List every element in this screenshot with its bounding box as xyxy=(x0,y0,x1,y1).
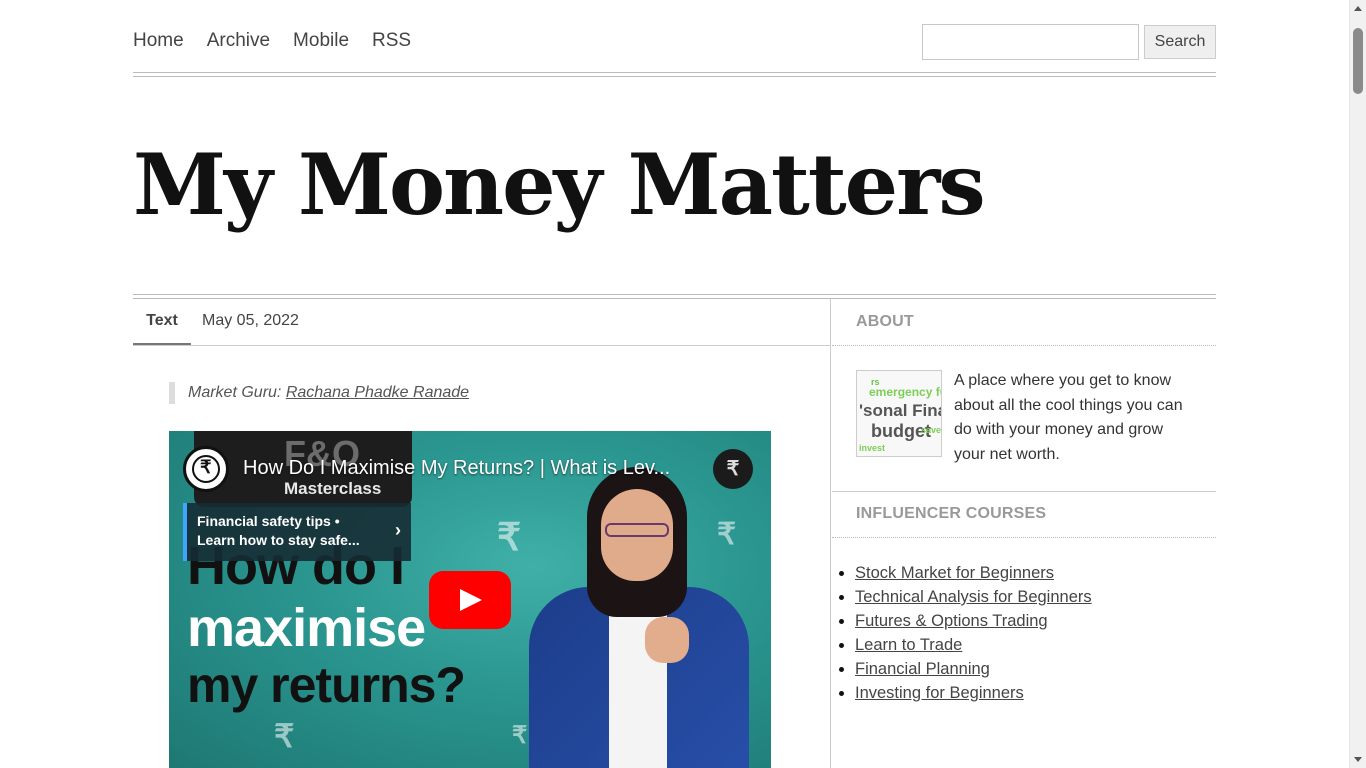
nav-rss[interactable]: RSS xyxy=(372,29,411,53)
post-quote: Market Guru: Rachana Phadke Ranade xyxy=(169,382,469,404)
widget-divider xyxy=(832,491,1216,492)
video-title[interactable]: How Do I Maximise My Returns? | What is … xyxy=(243,457,703,480)
courses-list: Stock Market for Beginners Technical Ana… xyxy=(855,561,1092,705)
list-item: Stock Market for Beginners xyxy=(855,561,1092,585)
course-link[interactable]: Investing for Beginners xyxy=(855,684,1024,702)
channel-watermark-icon[interactable]: ₹ xyxy=(713,449,753,489)
word-cloud-word: emergency fun xyxy=(869,385,941,399)
about-description: A place where you get to know about all … xyxy=(954,372,1183,463)
word-cloud-word: 'sonal Finar xyxy=(859,401,941,420)
post-type-tab[interactable]: Text xyxy=(133,299,191,345)
chevron-right-icon: › xyxy=(395,520,401,540)
sidebar: ABOUT rs emergency fun 'sonal Finar budg… xyxy=(832,299,1216,768)
list-item: Learn to Trade xyxy=(855,633,1092,657)
course-link[interactable]: Learn to Trade xyxy=(855,636,962,654)
list-item: Financial Planning xyxy=(855,657,1092,681)
site-title[interactable]: My Money Matters xyxy=(133,130,986,240)
masterclass-label: Masterclass xyxy=(284,479,382,498)
list-item: Futures & Options Trading xyxy=(855,609,1092,633)
rupee-decor-icon: ₹ xyxy=(274,718,295,754)
play-button[interactable] xyxy=(429,571,511,629)
scrollbar-thumb[interactable] xyxy=(1353,28,1363,94)
word-cloud-image: rs emergency fun 'sonal Finar budget sav… xyxy=(856,370,942,457)
nav-home[interactable]: Home xyxy=(133,29,184,53)
post-date[interactable]: May 05, 2022 xyxy=(202,299,299,343)
info-card-line1: Financial safety tips • xyxy=(197,513,340,529)
scroll-down-icon[interactable] xyxy=(1354,757,1362,762)
presenter-image xyxy=(529,467,749,768)
courses-heading: INFLUENCER COURSES xyxy=(856,505,1047,522)
nav-mobile[interactable]: Mobile xyxy=(293,29,349,53)
word-cloud-word: save xyxy=(921,425,942,435)
rupee-decor-icon: ₹ xyxy=(512,722,528,749)
info-card-line2: Learn how to stay safe... xyxy=(197,532,360,548)
presenter-glasses xyxy=(605,523,669,537)
header-divider xyxy=(133,72,1216,77)
about-heading: ABOUT xyxy=(856,313,914,330)
nav-archive[interactable]: Archive xyxy=(207,29,270,53)
video-embed[interactable]: ₹ ₹ ₹ ₹ ₹ F&O Masterclass How do I maxim… xyxy=(169,431,771,768)
list-item: Technical Analysis for Beginners xyxy=(855,585,1092,609)
course-link[interactable]: Technical Analysis for Beginners xyxy=(855,588,1092,606)
quote-prefix: Market Guru: xyxy=(188,384,282,401)
course-link[interactable]: Stock Market for Beginners xyxy=(855,564,1054,582)
course-link[interactable]: Futures & Options Trading xyxy=(855,612,1048,630)
page-scrollbar[interactable] xyxy=(1349,0,1366,768)
top-nav: Home Archive Mobile RSS xyxy=(133,29,434,53)
page-wrapper: Home Archive Mobile RSS Search My Money … xyxy=(133,0,1216,768)
list-item: Investing for Beginners xyxy=(855,681,1092,705)
thumbnail-text-line2: maximise xyxy=(187,598,426,658)
post-column: Text May 05, 2022 Market Guru: Rachana P… xyxy=(133,299,831,768)
info-card[interactable]: Financial safety tips • Learn how to sta… xyxy=(183,503,411,561)
post-meta-bar: Text May 05, 2022 xyxy=(133,299,831,346)
course-link[interactable]: Financial Planning xyxy=(855,660,990,678)
search-input[interactable] xyxy=(922,24,1139,60)
about-divider xyxy=(832,345,1216,346)
word-cloud-word: invest xyxy=(859,443,886,453)
quote-author-link[interactable]: Rachana Phadke Ranade xyxy=(286,384,469,401)
courses-divider xyxy=(832,537,1216,538)
rupee-decor-icon: ₹ xyxy=(497,517,522,559)
thumbnail-text-line3: my returns? xyxy=(187,657,466,713)
scroll-up-icon[interactable] xyxy=(1354,6,1362,11)
search-button[interactable]: Search xyxy=(1144,25,1216,59)
presenter-fist xyxy=(645,617,689,663)
channel-avatar-icon[interactable] xyxy=(183,446,229,492)
